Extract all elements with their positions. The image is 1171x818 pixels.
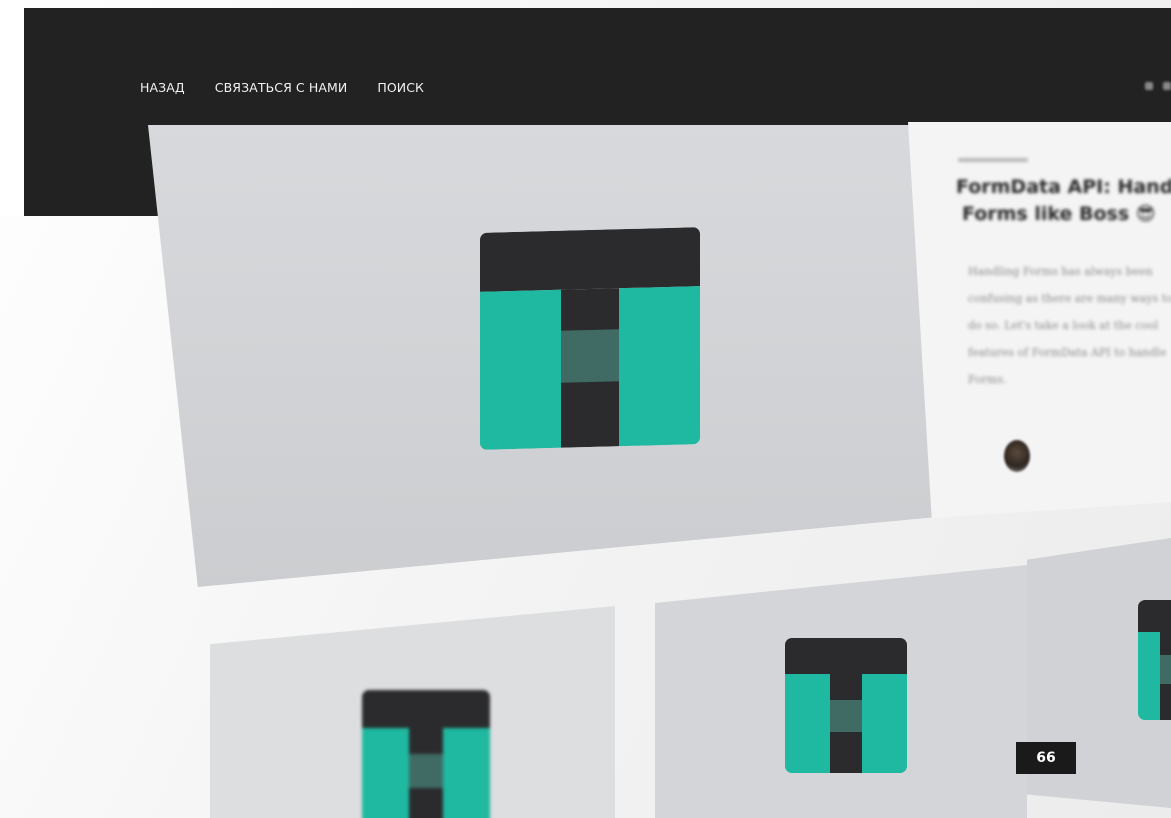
t-logo-icon <box>480 227 700 450</box>
main-nav: НАЗАД СВЯЗАТЬСЯ С НАМИ ПОИСК <box>140 80 424 95</box>
logo-top-bar <box>362 690 490 728</box>
featured-post-excerpt: Handling Forms has always been confusing… <box>968 265 1171 386</box>
social-icon[interactable] <box>1163 82 1171 90</box>
logo-right-panel <box>618 285 700 447</box>
category-label <box>958 158 1028 162</box>
featured-post-title[interactable]: FormData API: Handling Forms like Boss 😎 <box>956 174 1171 228</box>
logo-left-panel <box>480 289 562 450</box>
nav-contact-link[interactable]: СВЯЗАТЬСЯ С НАМИ <box>215 80 348 95</box>
t-logo-icon <box>362 690 490 818</box>
logo-stem-middle <box>561 329 619 383</box>
t-logo-icon <box>785 638 907 773</box>
t-logo-icon <box>1138 600 1171 720</box>
logo-left-panel <box>785 674 831 773</box>
title-line-2: Forms like Boss 😎 <box>962 203 1156 225</box>
page-number-badge: 66 <box>1016 742 1076 774</box>
browser-viewport: НАЗАД СВЯЗАТЬСЯ С НАМИ ПОИСК FormData AP… <box>0 0 1171 818</box>
nav-back-link[interactable]: НАЗАД <box>140 80 185 95</box>
logo-top-bar <box>785 638 907 675</box>
author-avatar[interactable] <box>1004 440 1030 472</box>
logo-left-panel <box>362 727 410 818</box>
logo-stem-middle <box>409 754 443 788</box>
header-icons <box>1145 82 1171 90</box>
logo-top-bar <box>480 227 700 292</box>
featured-post-info[interactable]: FormData API: Handling Forms like Boss 😎… <box>908 122 1171 518</box>
logo-stem-middle <box>1160 655 1171 684</box>
logo-right-panel <box>442 727 490 818</box>
logo-top-bar <box>1138 600 1171 633</box>
logo-right-panel <box>861 674 907 773</box>
header-edge <box>0 8 24 216</box>
logo-stem-middle <box>830 700 862 733</box>
logo-left-panel <box>1138 632 1161 720</box>
nav-search-link[interactable]: ПОИСК <box>377 80 424 95</box>
title-line-1: FormData API: Handling <box>956 176 1171 198</box>
social-icon[interactable] <box>1145 82 1153 90</box>
